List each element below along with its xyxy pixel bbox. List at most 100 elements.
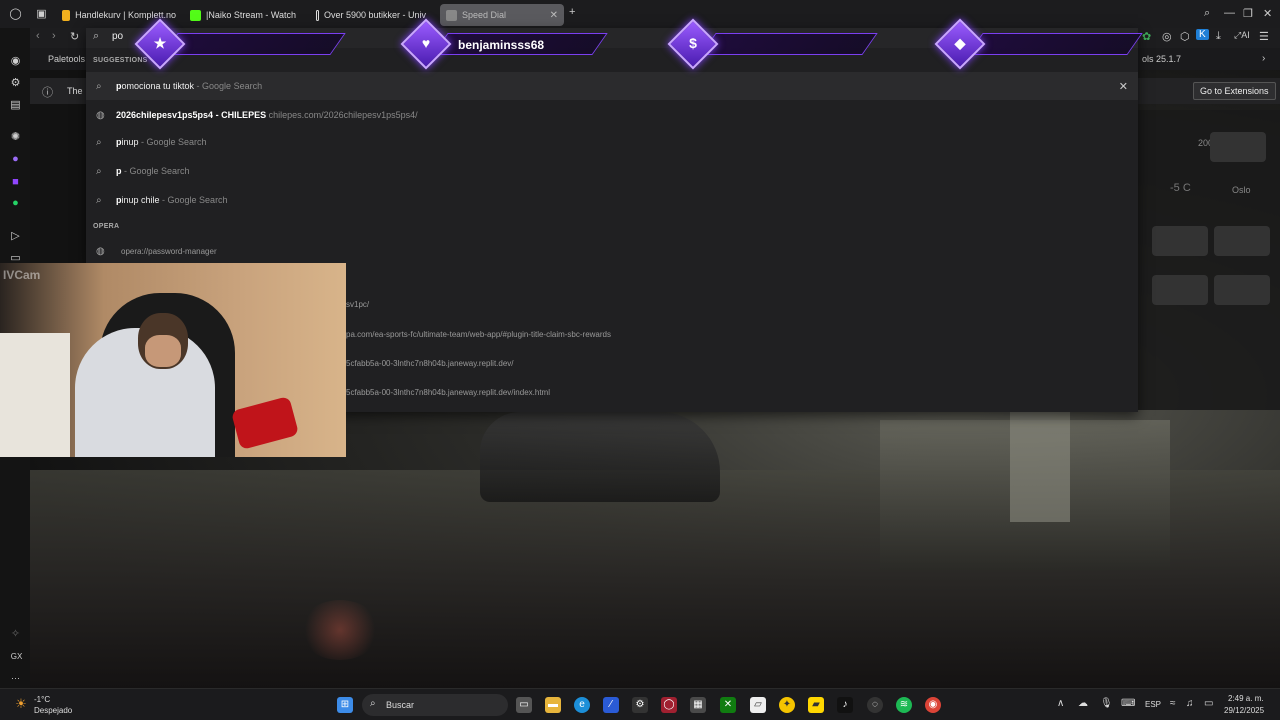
search-icon: ⌕ [96, 80, 102, 92]
tiktok-icon[interactable]: ♪ [837, 697, 853, 713]
search-icon: ⌕ [93, 30, 100, 42]
weather-icon[interactable]: ☀ [13, 696, 29, 712]
obs-icon[interactable]: ⚙ [632, 697, 648, 713]
search-icon: ⌕ [96, 165, 102, 177]
bookmark-paletools[interactable]: Paletools [48, 54, 85, 64]
bookmark-tools[interactable]: ols 25.1.7 [1142, 54, 1181, 64]
panel-tile[interactable] [1210, 132, 1266, 162]
webcam-label: IVCam [3, 268, 41, 282]
search-icon: ⌕ [96, 194, 102, 206]
tray-language[interactable]: ESP [1145, 700, 1161, 709]
task-view-icon[interactable]: ▭ [516, 697, 532, 713]
app-yellow-icon[interactable]: ✦ [779, 697, 795, 713]
suggestion-text: inup [121, 137, 139, 147]
tab-kick-stream[interactable]: |Naiko Stream - Watch [184, 4, 306, 26]
history-url[interactable]: 5cfabb5a-00-3lnthc7n8h04b.janeway.replit… [346, 388, 550, 397]
extension-icon[interactable]: ✿ [1142, 30, 1151, 43]
address-query[interactable]: po [112, 31, 123, 42]
sidebar-more-icon[interactable]: ··· [9, 672, 22, 685]
weather-temp: -1°C [34, 695, 51, 704]
tray-chevron-icon[interactable]: ∧ [1057, 698, 1064, 709]
sidebar-whatsapp-icon[interactable]: ● [9, 197, 22, 210]
profile-k-icon[interactable]: K [1196, 29, 1209, 40]
car [480, 412, 720, 502]
workspaces-icon[interactable]: ▣ [35, 8, 48, 21]
file-explorer-icon[interactable]: ▬ [545, 697, 561, 713]
info-text: The [67, 86, 83, 96]
close-tab-icon[interactable]: ✕ [550, 10, 558, 21]
chrome-icon[interactable]: ◉ [925, 697, 941, 713]
download-icon[interactable]: ⤓ [1216, 30, 1221, 43]
close-window-icon[interactable]: ✕ [1263, 7, 1272, 20]
vpn-icon[interactable]: ◎ [1162, 30, 1172, 43]
opera-row[interactable]: ◍ opera://password-manager [86, 237, 1138, 265]
tray-keyboard-icon[interactable]: ⌨ [1121, 698, 1135, 709]
suggestion-row[interactable]: ⌕ pinup chile - Google Search [86, 186, 1138, 214]
notes-icon[interactable]: ▱ [750, 697, 766, 713]
go-to-extensions-button[interactable]: Go to Extensions [1193, 82, 1276, 100]
info-icon: ⓘ [42, 87, 53, 99]
menu-icon[interactable]: ☰ [1259, 30, 1269, 43]
clock-time[interactable]: 2:49 a. m. [1228, 694, 1264, 703]
suggestion-source: - Google Search [194, 81, 263, 91]
sidebar-settings-icon[interactable]: ✧ [9, 628, 22, 641]
speed-dial-tile[interactable] [1214, 226, 1270, 256]
volume-icon[interactable]: ♫ [1186, 698, 1194, 709]
spotify-icon[interactable]: ≋ [896, 697, 912, 713]
history-url[interactable]: 5cfabb5a-00-3lnthc7n8h04b.janeway.replit… [346, 359, 514, 368]
sticky-notes-icon[interactable]: ▰ [808, 697, 824, 713]
overlay-follower-name: benjaminsss68 [458, 38, 545, 52]
new-tab-icon[interactable]: + [569, 6, 575, 18]
start-icon[interactable]: ⊞ [337, 697, 353, 713]
history-url[interactable]: pa.com/ea-sports-fc/ultimate-team/web-ap… [346, 330, 611, 339]
opera-heading: OPERA [93, 223, 120, 230]
suggestion-row[interactable]: ⌕ pinup - Google Search [86, 128, 1138, 156]
opera-url: opera://password-manager [121, 246, 217, 256]
history-url[interactable]: sv1pc/ [346, 300, 369, 309]
extensions-icon[interactable]: ⬡ [1180, 30, 1190, 43]
app-icon[interactable]: ⁄ [603, 697, 619, 713]
search-icon: ⌕ [96, 136, 102, 148]
opera-gx-icon[interactable]: ◯ [661, 697, 677, 713]
sidebar-chatgpt-icon[interactable]: ✺ [9, 131, 22, 144]
edge-icon[interactable]: e [574, 697, 590, 713]
search-tabs-icon[interactable]: ⌕ [1204, 7, 1210, 20]
forward-icon[interactable]: › [52, 30, 56, 42]
xbox-icon[interactable]: ✕ [720, 697, 736, 713]
suggestion-row[interactable]: ◍ 2026chilepesv1ps5ps4 - CHILEPES chilep… [86, 101, 1138, 129]
tab-label: |Naiko Stream - Watch [206, 10, 297, 20]
back-icon[interactable]: ‹ [36, 30, 40, 42]
sidebar-player-icon[interactable]: ▷ [9, 230, 22, 243]
tab-univ[interactable]: Over 5900 butikker - Univ [310, 4, 432, 26]
tray-mic-icon[interactable]: 🎙 [1100, 698, 1113, 709]
battery-icon[interactable]: ▭ [1204, 698, 1213, 709]
sidebar-home-icon[interactable]: ◉ [9, 55, 22, 68]
suggestion-row[interactable]: ⌕ pomociona tu tiktok - Google Search ✕ [86, 72, 1138, 100]
weather-temp: -5 C [1170, 182, 1191, 194]
wifi-icon[interactable]: ≈ [1170, 698, 1176, 709]
taskbar-search[interactable]: ⌕ Buscar [362, 694, 508, 716]
reload-icon[interactable]: ↻ [70, 30, 79, 43]
sidebar-cs-icon[interactable]: ● [9, 153, 22, 166]
ai-button[interactable]: ⤢AI [1234, 30, 1250, 41]
store-icon[interactable]: ▦ [690, 697, 706, 713]
remove-suggestion-icon[interactable]: ✕ [1119, 80, 1128, 93]
speed-dial-right-panel: 200 mo -5 C Oslo [1138, 110, 1280, 410]
app-circle-icon[interactable]: ◌ [867, 697, 883, 713]
speed-dial-tile[interactable] [1152, 226, 1208, 256]
sidebar-gx-control-icon[interactable]: ⚙ [9, 77, 22, 90]
restore-icon[interactable]: ❐ [1243, 7, 1253, 20]
clock-date[interactable]: 29/12/2025 [1224, 706, 1264, 715]
opera-logo-icon[interactable]: ◯ [9, 8, 22, 21]
speed-dial-tile[interactable] [1214, 275, 1270, 305]
bed [0, 333, 70, 457]
minimize-icon[interactable]: — [1224, 7, 1235, 19]
tab-speed-dial[interactable]: Speed Dial ✕ [440, 4, 564, 26]
sidebar-news-icon[interactable]: ▤ [9, 99, 22, 112]
tray-onedrive-icon[interactable]: ☁ [1078, 698, 1088, 709]
suggestion-row[interactable]: ⌕ p - Google Search [86, 157, 1138, 185]
bookmarks-more-icon[interactable]: › [1262, 53, 1265, 64]
speed-dial-tile[interactable] [1152, 275, 1208, 305]
sidebar-twitch-icon[interactable]: ■ [9, 176, 22, 189]
tab-label: Over 5900 butikker - Univ [323, 10, 426, 20]
